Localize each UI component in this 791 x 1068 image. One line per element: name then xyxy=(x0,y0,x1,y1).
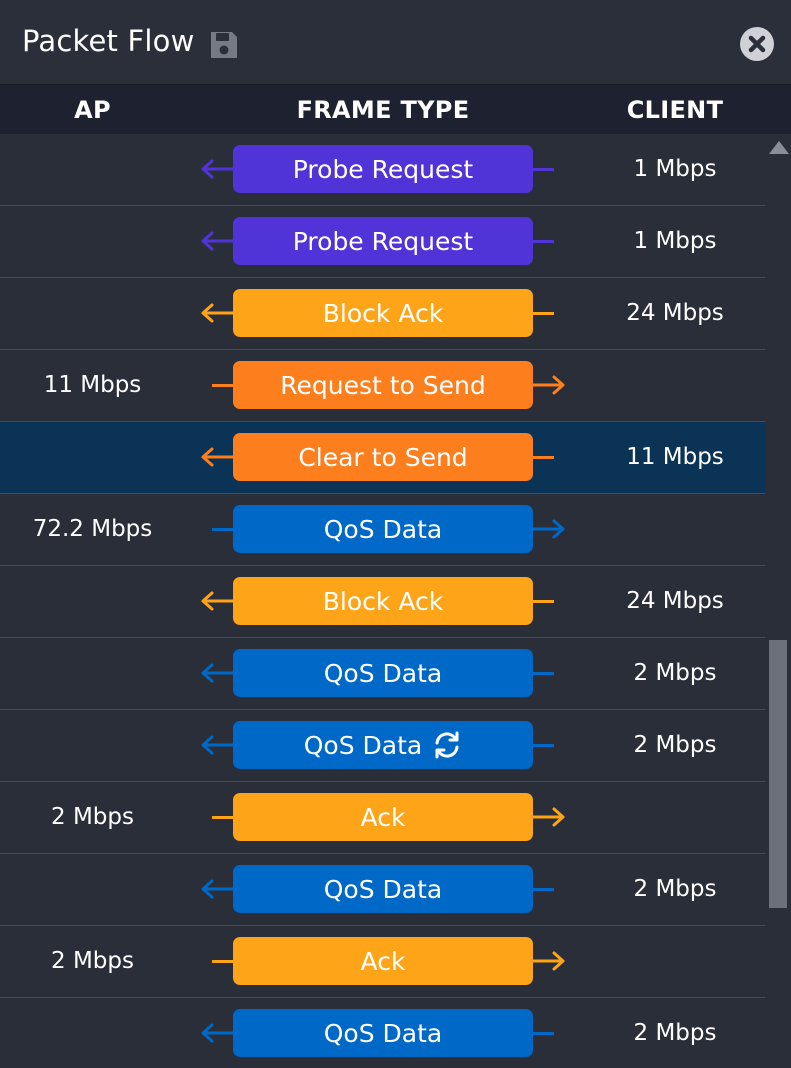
packet-row[interactable]: QoS Data 2 Mbps xyxy=(0,998,765,1068)
packet-list: Probe Request 1 Mbps Probe Request 1 Mbps Bl… xyxy=(0,134,765,1068)
arrow-left-icon xyxy=(201,663,234,683)
flow-line xyxy=(533,744,554,747)
frame-type-badge[interactable]: Block Ack xyxy=(233,577,533,625)
frame-type-badge[interactable]: Ack xyxy=(233,793,533,841)
frame-type-label: QoS Data xyxy=(323,658,443,688)
ap-rate: 72.2 Mbps xyxy=(32,516,153,542)
frame-type-label: QoS Data xyxy=(323,1018,443,1048)
frame-type-label: QoS Data xyxy=(303,730,423,760)
frame-type-badge[interactable]: Request to Send xyxy=(233,361,533,409)
client-rate: 24 Mbps xyxy=(626,300,724,326)
client-rate: 24 Mbps xyxy=(626,588,724,614)
frame-type-badge[interactable]: QoS Data xyxy=(233,721,533,769)
packet-flow-panel: Packet Flow AP FRAME TYPE CLIENT Probe R… xyxy=(0,0,791,1068)
flow-line xyxy=(533,168,554,171)
arrow-left-icon xyxy=(201,447,234,467)
client-rate: 1 Mbps xyxy=(633,156,717,182)
packet-row[interactable]: Probe Request 1 Mbps xyxy=(0,134,765,206)
frame-type-label: Ack xyxy=(360,946,406,976)
refresh-icon xyxy=(435,731,459,759)
panel-title: Packet Flow xyxy=(22,24,195,58)
ap-rate: 2 Mbps xyxy=(51,948,134,974)
packet-row[interactable]: QoS Data 2 Mbps xyxy=(0,710,765,782)
frame-type-badge[interactable]: Probe Request xyxy=(233,217,533,265)
client-rate: 2 Mbps xyxy=(633,660,717,686)
flow-line xyxy=(533,456,554,459)
column-header: AP FRAME TYPE CLIENT xyxy=(0,85,791,134)
title-bar: Packet Flow xyxy=(0,0,791,85)
flow-line xyxy=(212,960,233,963)
packet-row[interactable]: Block Ack 24 Mbps xyxy=(0,566,765,638)
frame-type-label: Probe Request xyxy=(292,154,474,184)
arrow-left-icon xyxy=(201,159,234,179)
flow-line xyxy=(212,816,233,819)
frame-type-badge[interactable]: QoS Data xyxy=(233,865,533,913)
ap-rate: 11 Mbps xyxy=(43,372,142,398)
frame-type-badge[interactable]: QoS Data xyxy=(233,505,533,553)
packet-row[interactable]: 11 Mbps Request to Send xyxy=(0,350,765,422)
frame-type-label: Ack xyxy=(360,802,406,832)
arrow-left-icon xyxy=(201,591,234,611)
packet-row[interactable]: Block Ack 24 Mbps xyxy=(0,278,765,350)
arrow-left-icon xyxy=(201,303,234,323)
packet-row[interactable]: QoS Data 2 Mbps xyxy=(0,638,765,710)
flow-line xyxy=(533,312,554,315)
packet-row[interactable]: QoS Data 2 Mbps xyxy=(0,854,765,926)
client-rate: 11 Mbps xyxy=(626,444,724,470)
client-rate: 2 Mbps xyxy=(633,1020,717,1046)
flow-line xyxy=(533,1032,554,1035)
frame-type-badge[interactable]: Block Ack xyxy=(233,289,533,337)
frame-type-label: Clear to Send xyxy=(298,442,468,472)
frame-type-label: Block Ack xyxy=(322,298,444,328)
floppy-disk-icon[interactable] xyxy=(208,29,240,61)
frame-type-badge[interactable]: Clear to Send xyxy=(233,433,533,481)
packet-row[interactable]: 2 Mbps Ack xyxy=(0,926,765,998)
flow-line xyxy=(533,672,554,675)
arrow-right-icon xyxy=(532,807,565,827)
arrow-left-icon xyxy=(201,735,234,755)
arrow-right-icon xyxy=(532,375,565,395)
frame-type-label: Probe Request xyxy=(292,226,474,256)
ap-rate: 2 Mbps xyxy=(51,804,134,830)
column-header-client: CLIENT xyxy=(626,96,724,124)
arrow-right-icon xyxy=(532,519,565,539)
client-rate: 2 Mbps xyxy=(633,876,717,902)
client-rate: 1 Mbps xyxy=(633,228,717,254)
column-header-ap: AP xyxy=(74,96,111,124)
frame-type-label: Block Ack xyxy=(322,586,444,616)
frame-type-label: Request to Send xyxy=(280,370,486,400)
frame-type-badge[interactable]: Ack xyxy=(233,937,533,985)
packet-row[interactable]: Clear to Send 11 Mbps xyxy=(0,422,765,494)
frame-type-label: QoS Data xyxy=(323,874,443,904)
flow-line xyxy=(533,888,554,891)
close-icon[interactable] xyxy=(740,27,774,61)
packet-row[interactable]: 2 Mbps Ack xyxy=(0,782,765,854)
scrollbar-thumb[interactable] xyxy=(769,640,787,908)
frame-type-label: QoS Data xyxy=(323,514,443,544)
arrow-right-icon xyxy=(532,951,565,971)
scroll-up-arrow-icon[interactable] xyxy=(768,139,790,155)
column-header-frame-type: FRAME TYPE xyxy=(296,96,470,124)
flow-line xyxy=(212,528,233,531)
client-rate: 2 Mbps xyxy=(633,732,717,758)
frame-type-badge[interactable]: QoS Data xyxy=(233,649,533,697)
packet-row[interactable]: Probe Request 1 Mbps xyxy=(0,206,765,278)
arrow-left-icon xyxy=(201,231,234,251)
flow-line xyxy=(212,384,233,387)
arrow-left-icon xyxy=(201,1023,234,1043)
packet-row[interactable]: 72.2 Mbps QoS Data xyxy=(0,494,765,566)
arrow-left-icon xyxy=(201,879,234,899)
scrollbar-track[interactable] xyxy=(765,134,791,1068)
frame-type-badge[interactable]: QoS Data xyxy=(233,1009,533,1057)
flow-line xyxy=(533,600,554,603)
frame-type-badge[interactable]: Probe Request xyxy=(233,145,533,193)
flow-line xyxy=(533,240,554,243)
